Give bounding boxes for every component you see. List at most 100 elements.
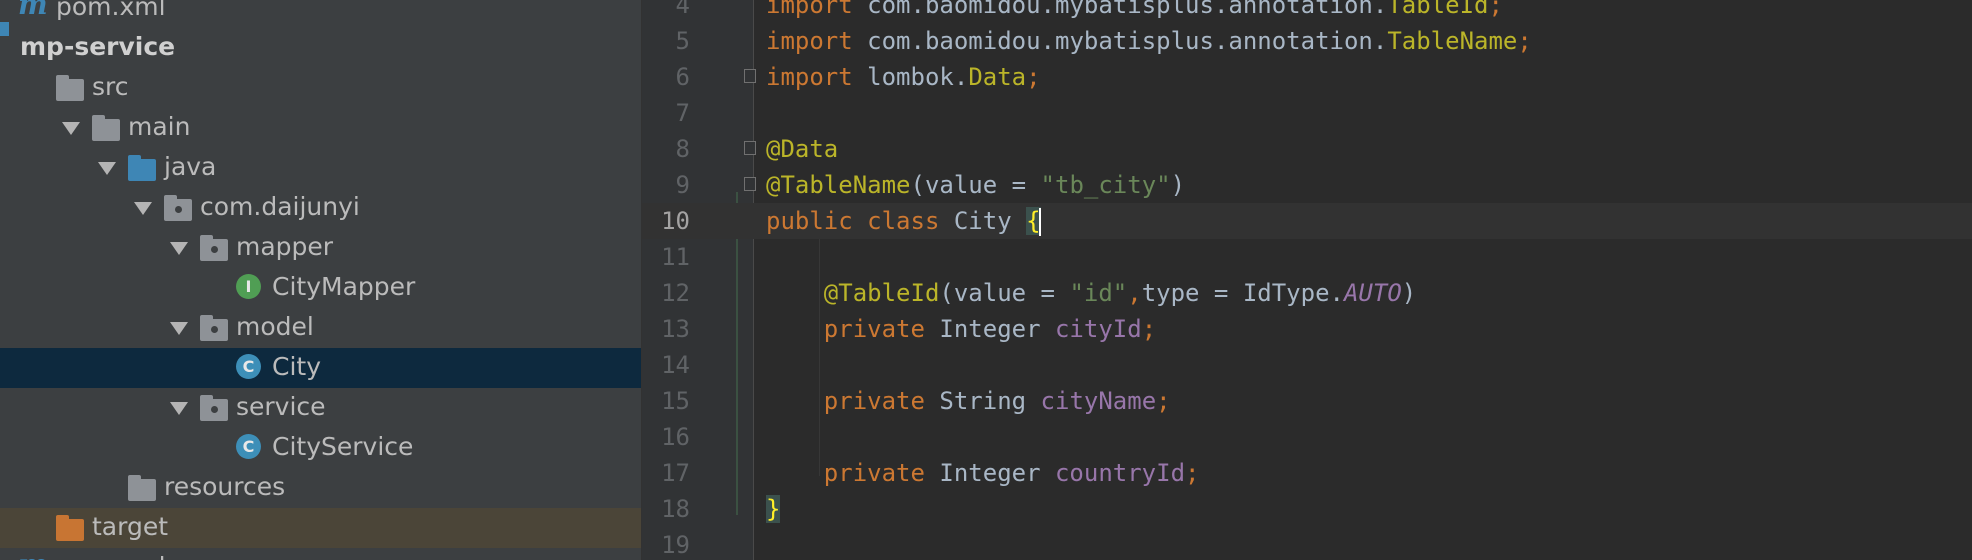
tree-item-src[interactable]: src (0, 68, 641, 108)
tree-item-citymapper[interactable]: I CityMapper (0, 268, 641, 308)
tree-item-label: resources (164, 472, 286, 501)
code-token: (value = (939, 279, 1070, 307)
code-token: "id" (1069, 279, 1128, 307)
tree-item-label: java (164, 152, 217, 181)
expand-arrow-icon[interactable] (98, 162, 116, 175)
code-token: ) (1401, 279, 1417, 307)
code-token: com.baomidou.mybatisplus.annotation. (867, 0, 1388, 19)
code-text[interactable]: public class City { (766, 203, 1041, 239)
code-token: Data (968, 63, 1027, 91)
code-token: AUTO (1343, 279, 1402, 307)
code-line-6[interactable]: 6 import lombok.Data; (642, 59, 1972, 95)
code-token: ) (1170, 171, 1186, 199)
tree-item-model[interactable]: model (0, 308, 641, 348)
code-line-7[interactable]: 7 (642, 95, 1972, 131)
ide-window: m pom.xml mp-service src main java com.daijuny… (0, 0, 1972, 560)
code-token: ; (1141, 315, 1157, 343)
line-number: 4 (675, 0, 690, 19)
code-token: com.baomidou.mybatisplus.annotation. (867, 27, 1388, 55)
code-line-5[interactable]: 5 import com.baomidou.mybatisplus.annotat… (642, 23, 1972, 59)
code-text[interactable]: @TableId(value = "id",type = IdType.AUTO… (766, 275, 1416, 311)
expand-arrow-icon[interactable] (170, 322, 188, 335)
line-number: 6 (675, 63, 690, 91)
tree-item-label: mp-service (20, 32, 176, 61)
fold-marker-icon[interactable] (744, 69, 756, 83)
code-text[interactable]: private String cityName; (766, 383, 1171, 419)
code-token: Integer (939, 315, 1055, 343)
code-line-11[interactable]: 11 (642, 239, 1972, 275)
tree-item-label: target (92, 512, 169, 541)
code-token: "tb_city" (1040, 171, 1171, 199)
code-line-14[interactable]: 14 (642, 347, 1972, 383)
code-text[interactable]: @TableName(value = "tb_city") (766, 167, 1185, 203)
code-token: lombok. (867, 63, 969, 91)
line-number: 5 (675, 27, 690, 55)
code-line-9[interactable]: 9 @TableName(value = "tb_city") (642, 167, 1972, 203)
code-line-16[interactable]: 16 (642, 419, 1972, 455)
line-number: 12 (661, 279, 690, 307)
code-line-12[interactable]: 12 @TableId(value = "id",type = IdType.A… (642, 275, 1972, 311)
line-number: 9 (675, 171, 690, 199)
code-line-19[interactable]: 19 (642, 527, 1972, 560)
tree-item-label: service (236, 392, 326, 421)
code-token: import (766, 0, 868, 19)
expand-arrow-icon[interactable] (170, 402, 188, 415)
code-line-4[interactable]: 4 import com.baomidou.mybatisplus.annotat… (642, 0, 1972, 23)
tree-item-pom-xml[interactable]: m pom.xml (0, 548, 641, 560)
line-number: 7 (675, 99, 690, 127)
fold-marker-icon[interactable] (744, 177, 756, 191)
tree-item-resources[interactable]: resources (0, 468, 641, 508)
folder-icon (56, 75, 84, 101)
tree-item-mapper[interactable]: mapper (0, 228, 641, 268)
code-text[interactable]: @Data (766, 131, 838, 167)
class-icon: C (236, 354, 261, 379)
expand-arrow-icon[interactable] (170, 242, 188, 255)
project-tree[interactable]: m pom.xml mp-service src main java com.daijuny… (0, 0, 642, 560)
code-token: City (953, 207, 1027, 235)
tree-item-pom-xml[interactable]: m pom.xml (0, 0, 641, 28)
code-token: } (766, 495, 781, 523)
code-text[interactable]: } (766, 491, 781, 527)
code-line-8[interactable]: 8 @Data (642, 131, 1972, 167)
package-icon (200, 315, 228, 341)
source-folder-icon (128, 155, 156, 181)
package-icon (200, 235, 228, 261)
tree-item-cityservice[interactable]: C CityService (0, 428, 641, 468)
tree-item-main[interactable]: main (0, 108, 641, 148)
expand-arrow-icon[interactable] (134, 202, 152, 215)
code-line-17[interactable]: 17 private Integer countryId; (642, 455, 1972, 491)
maven-icon: m (18, 0, 48, 21)
code-text[interactable]: private Integer cityId; (766, 311, 1156, 347)
code-editor[interactable]: 4 import com.baomidou.mybatisplus.annotat… (642, 0, 1972, 560)
code-line-15[interactable]: 15 private String cityName; (642, 383, 1972, 419)
code-token: @TableId (823, 279, 940, 307)
tree-item-target[interactable]: target (0, 508, 641, 548)
tree-item-java[interactable]: java (0, 148, 641, 188)
fold-marker-icon[interactable] (744, 141, 756, 155)
code-token: TableId (1387, 0, 1489, 19)
code-token: , (1127, 279, 1142, 307)
code-text[interactable]: import com.baomidou.mybatisplus.annotati… (766, 0, 1503, 23)
tree-item-city[interactable]: C City (0, 348, 641, 388)
code-token: @TableName (766, 171, 911, 199)
expand-arrow-icon[interactable] (62, 122, 80, 135)
code-text[interactable]: import lombok.Data; (766, 59, 1041, 95)
code-line-18[interactable]: 18} (642, 491, 1972, 527)
code-token: private (823, 315, 940, 343)
line-number: 16 (661, 423, 690, 451)
tree-item-label: CityService (272, 432, 414, 461)
tree-item-label: src (92, 72, 129, 101)
code-line-13[interactable]: 13 private Integer cityId; (642, 311, 1972, 347)
code-text[interactable]: import com.baomidou.mybatisplus.annotati… (766, 23, 1532, 59)
code-text[interactable]: private Integer countryId; (766, 455, 1200, 491)
tree-item-com-daijunyi[interactable]: com.daijunyi (0, 188, 641, 228)
tree-item-service[interactable]: service (0, 388, 641, 428)
excluded-folder-icon (56, 515, 84, 541)
code-token: private (823, 459, 940, 487)
code-token: type = IdType. (1141, 279, 1344, 307)
code-token: (value = (910, 171, 1041, 199)
tree-item-mp-service[interactable]: mp-service (0, 28, 641, 68)
code-line-10[interactable]: 10 public class City { (642, 203, 1972, 239)
